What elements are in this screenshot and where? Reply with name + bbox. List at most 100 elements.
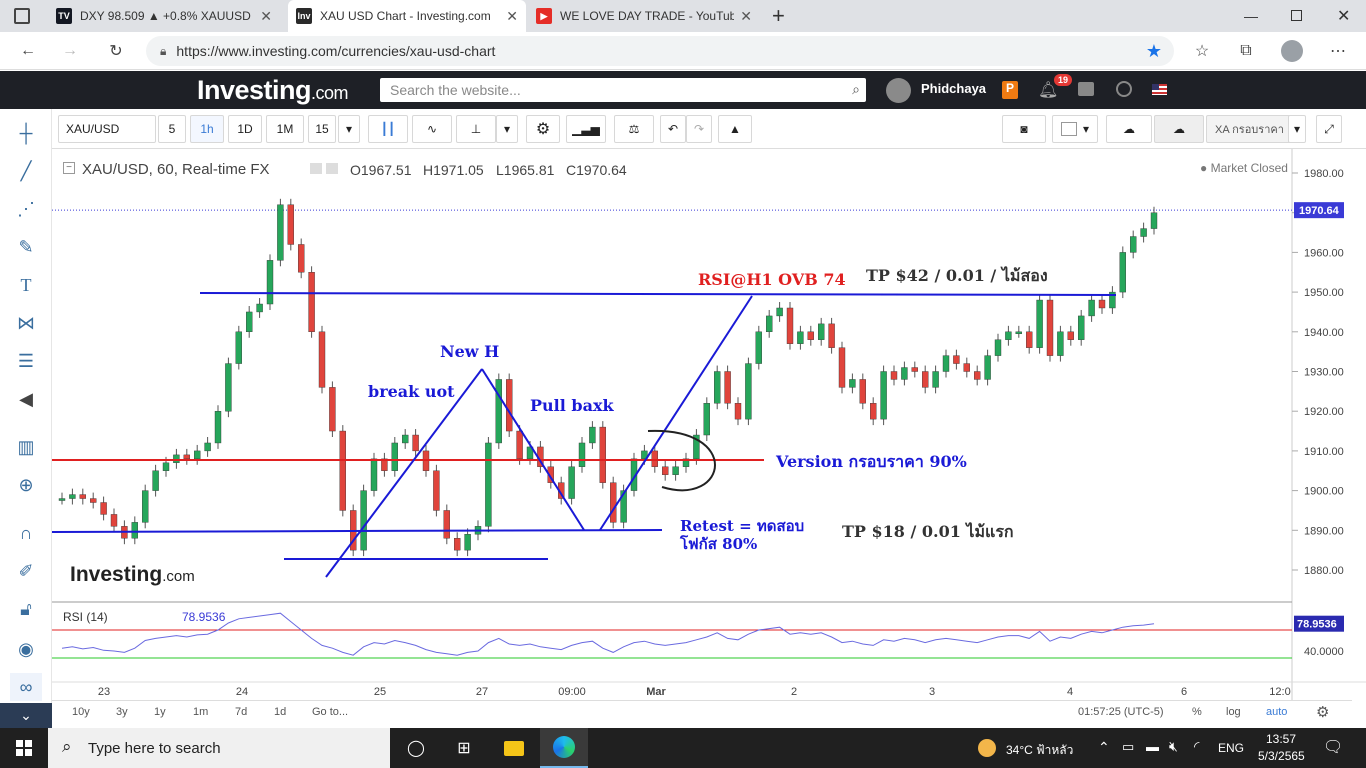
candles-icon[interactable]: ┃┃	[368, 115, 408, 143]
legend-settings-icon[interactable]	[326, 163, 338, 174]
redo-icon[interactable]: ↷	[686, 115, 712, 143]
tray-chevron-icon[interactable]: ⌃	[1098, 739, 1110, 756]
minimize-button[interactable]: —	[1244, 8, 1258, 24]
text-icon[interactable]: T	[10, 271, 42, 299]
more-menu-icon[interactable]: ⋯	[1326, 39, 1350, 63]
favorites-icon[interactable]: ☆	[1190, 39, 1214, 63]
tab-youtube[interactable]: ▶ WE LOVE DAY TRADE - YouTube ✕	[528, 0, 760, 32]
clock-date[interactable]: 5/3/2565	[1258, 749, 1305, 763]
close-tab-icon[interactable]: ✕	[506, 8, 518, 25]
lock-icon[interactable]: 🔓︎	[10, 595, 42, 623]
user-avatar[interactable]	[886, 78, 911, 103]
close-tab-icon[interactable]: ✕	[740, 8, 752, 25]
interval-1d[interactable]: 1D	[228, 115, 262, 143]
log-toggle[interactable]: log	[1226, 706, 1241, 718]
edge-icon[interactable]	[540, 728, 588, 768]
indicators-icon[interactable]: ▁▃▅	[566, 115, 606, 143]
interval-dropdown[interactable]: ▾	[338, 115, 360, 143]
eye-icon[interactable]: ◉	[10, 635, 42, 663]
interval-1h[interactable]: 1h	[190, 115, 224, 143]
link-icon[interactable]: ∞	[10, 673, 42, 701]
arrow-back-icon[interactable]: ◀	[10, 385, 42, 413]
taskbar-search-input[interactable]: ⌕ Type here to search	[48, 728, 390, 768]
search-icon[interactable]: ⌕	[852, 81, 860, 98]
alert-icon[interactable]: ▲	[718, 115, 752, 143]
line-chart-icon[interactable]: ∿	[412, 115, 452, 143]
clock-icon[interactable]	[1116, 81, 1132, 97]
measure-icon[interactable]: ▥	[10, 433, 42, 461]
chart-type-dropdown[interactable]: ▾	[496, 115, 518, 143]
url-bar[interactable]: 🔒︎ https://www.investing.com/currencies/…	[146, 36, 1174, 66]
camera-icon[interactable]: ◙	[1002, 115, 1046, 143]
fullscreen-icon[interactable]: ⤢	[1316, 115, 1342, 143]
tab-dxy[interactable]: TV DXY 98.509 ▲ +0.8% XAUUSD $ ✕	[48, 0, 280, 32]
range-1y[interactable]: 1y	[154, 706, 166, 718]
cortana-icon[interactable]: ◯	[404, 736, 428, 760]
interval-5[interactable]: 5	[158, 115, 186, 143]
bars-icon[interactable]: ⊥	[456, 115, 496, 143]
tab-xau-chart[interactable]: Inv XAU USD Chart - Investing.com ✕	[288, 0, 526, 32]
new-tab-button[interactable]: +	[772, 3, 785, 29]
undo-icon[interactable]: ↶	[660, 115, 686, 143]
close-window-button[interactable]: ✕	[1337, 6, 1350, 26]
auto-toggle[interactable]: auto	[1266, 706, 1287, 718]
us-flag-icon[interactable]	[1152, 84, 1167, 95]
settings-gear-icon[interactable]: ⚙	[526, 115, 560, 143]
layout-select[interactable]: XA กรอบราคา	[1206, 115, 1298, 143]
language-indicator[interactable]: ENG	[1218, 741, 1244, 755]
magnet-icon[interactable]: ∩	[10, 519, 42, 547]
cloud-load-icon[interactable]: ☁	[1106, 115, 1152, 143]
pattern-icon[interactable]: ⋈	[10, 309, 42, 337]
collapse-toolbar-button[interactable]: ⌄	[0, 703, 52, 728]
compare-icon[interactable]: ⚖	[614, 115, 654, 143]
settings-gear-icon[interactable]: ⚙	[1316, 703, 1329, 721]
interval-1m[interactable]: 1M	[266, 115, 304, 143]
collapse-legend-icon[interactable]: −	[63, 162, 75, 174]
portfolio-icon[interactable]	[1078, 82, 1094, 96]
file-explorer-icon[interactable]	[502, 736, 526, 760]
range-1m[interactable]: 1m	[193, 706, 208, 718]
windows-start-icon[interactable]	[16, 740, 32, 756]
volume-icon[interactable]: 🔇︎	[1169, 738, 1178, 755]
forward-button[interactable]: →	[58, 39, 82, 63]
price-chart[interactable]: break uot New H Pull baxk RSI@H1 OVB 74 TP $…	[52, 149, 1366, 701]
profile-avatar[interactable]	[1281, 40, 1303, 62]
collections-icon[interactable]: ⧉	[1234, 39, 1258, 63]
trend-line-icon[interactable]: ╱	[10, 157, 42, 185]
percent-toggle[interactable]: %	[1192, 706, 1202, 718]
close-tab-icon[interactable]: ✕	[260, 8, 272, 25]
pro-icon[interactable]: P	[1002, 81, 1018, 99]
zoom-icon[interactable]: ⊕	[10, 471, 42, 499]
crosshair-icon[interactable]: ┼	[10, 119, 42, 147]
brush-icon[interactable]: ✎	[10, 233, 42, 261]
investing-logo[interactable]: Investing.com	[197, 75, 349, 106]
color-picker-button[interactable]: ▾	[1052, 115, 1098, 143]
weather-text[interactable]: 34°C ฟ้าหลัว	[1006, 741, 1073, 760]
layout-dropdown[interactable]: ▾	[1288, 115, 1306, 143]
task-view-icon[interactable]: ⊞	[452, 736, 476, 760]
fib-icon[interactable]: ☰	[10, 347, 42, 375]
goto-button[interactable]: Go to...	[312, 706, 348, 718]
chart-area[interactable]: break uot New H Pull baxk RSI@H1 OVB 74 TP $…	[52, 149, 1366, 703]
interval-15[interactable]: 15	[308, 115, 336, 143]
symbol-input[interactable]: XAU/USD	[58, 115, 156, 143]
pitchfork-icon[interactable]: ⋰	[10, 195, 42, 223]
notifications-icon[interactable]: 🗨︎	[1323, 737, 1343, 757]
favorite-star-icon[interactable]: ★	[1142, 39, 1166, 63]
cloud-save-icon[interactable]: ☁	[1154, 115, 1204, 143]
user-name[interactable]: Phidchaya	[921, 81, 986, 96]
back-button[interactable]: ←	[16, 39, 40, 63]
range-10y[interactable]: 10y	[72, 706, 90, 718]
range-7d[interactable]: 7d	[235, 706, 247, 718]
restore-button[interactable]	[1291, 10, 1302, 21]
clock-time[interactable]: 13:57	[1266, 732, 1296, 746]
network-icon[interactable]: ▭	[1122, 739, 1134, 755]
range-3y[interactable]: 3y	[116, 706, 128, 718]
tab-actions-icon[interactable]	[14, 8, 30, 24]
refresh-button[interactable]: ↻	[104, 39, 128, 63]
wifi-icon[interactable]: ◜	[1194, 738, 1199, 755]
site-search-input[interactable]: Search the website... ⌕	[380, 78, 866, 102]
legend-eye-icon[interactable]	[310, 163, 322, 174]
range-1d[interactable]: 1d	[274, 706, 286, 718]
weather-icon[interactable]	[978, 739, 996, 757]
